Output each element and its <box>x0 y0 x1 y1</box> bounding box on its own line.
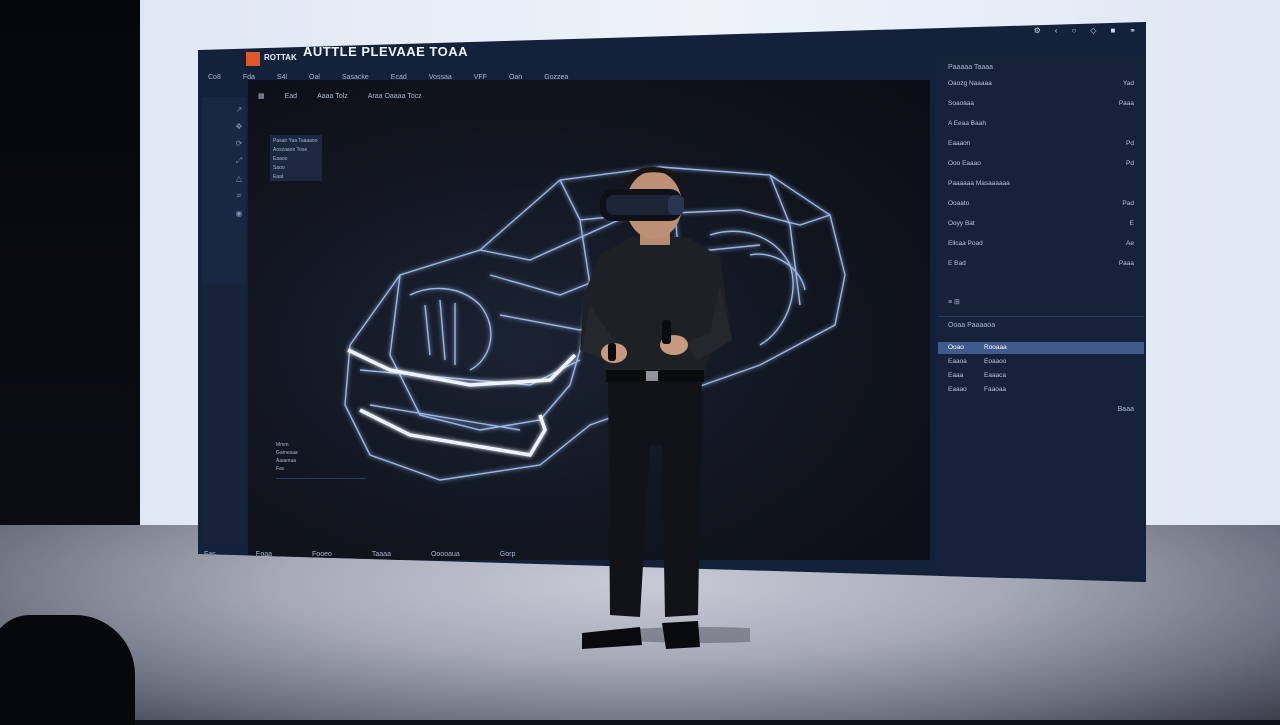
link-icon[interactable]: ⚭ <box>1129 26 1136 35</box>
viewport-toolbar: ▦ Ead Aaaa Tolz Araa Oaaaa Tocz <box>258 92 422 101</box>
measure-tool-icon[interactable]: ⌗ <box>232 191 246 201</box>
menu-item[interactable]: Co8 <box>208 74 221 81</box>
layers-panel: Pasan Yaa Taaaaon Aoszaaoo Tose Eaaoo Sa… <box>270 135 322 181</box>
layer-item[interactable]: Eaat <box>273 174 319 180</box>
select-tool-icon[interactable]: ↗ <box>232 105 246 114</box>
property-row[interactable]: Ellcaa Poad Ae <box>948 240 1138 247</box>
property-row[interactable]: E Bad Paaa <box>948 260 1138 267</box>
mesh-tool-icon[interactable]: △ <box>232 174 246 183</box>
back-icon[interactable]: ‹ <box>1055 26 1058 35</box>
property-row[interactable]: Ooaato Pad <box>948 200 1138 207</box>
toolbar-item[interactable]: Araa Oaaaa Tocz <box>368 93 422 100</box>
toolbar-item[interactable]: Ead <box>285 93 297 100</box>
property-row[interactable]: Paaaaaa Masaaaaaa <box>948 180 1138 187</box>
layer-item[interactable]: Pasan Yaa Taaaaon <box>273 138 319 144</box>
list-item[interactable]: Eaaa Eaaaca <box>948 372 1138 379</box>
app-logo-icon <box>246 52 260 66</box>
property-row[interactable]: Eaaaon Pd <box>948 140 1138 147</box>
list-item[interactable]: Eaaao Faaoaa <box>948 386 1138 393</box>
align-icon[interactable]: ≡ <box>948 299 952 306</box>
status-item[interactable]: Gorp <box>500 551 516 558</box>
stage-speaker <box>0 615 135 725</box>
property-row[interactable]: Ooyy Bat E <box>948 220 1138 227</box>
status-item[interactable]: Taaaa <box>372 551 391 558</box>
settings-icon[interactable]: ⚙ <box>1034 26 1041 35</box>
grid-icon[interactable]: ▦ <box>258 92 265 100</box>
layer-item[interactable]: Saoo <box>273 165 319 171</box>
diamond-icon[interactable]: ◇ <box>1090 26 1096 35</box>
property-row[interactable]: A Eeaa Baah <box>948 120 1138 127</box>
presenter-with-vr-headset <box>580 167 750 649</box>
status-item[interactable]: Fooeo <box>312 551 332 558</box>
window-controls: ⚙ ‹ ○ ◇ ■ ⚭ <box>1034 26 1136 35</box>
list-item[interactable]: Eaaoa Eoaaoo <box>948 358 1138 365</box>
list-item-selected[interactable]: Ooao Rooaaa <box>938 342 1144 354</box>
expand-icon[interactable]: ⊞ <box>954 299 960 306</box>
camera-tool-icon[interactable]: ◉ <box>232 209 246 218</box>
section-header: Ooaa Paaaaoa <box>948 322 996 329</box>
tool-rail: ↗ ✥ ⟳ ⤢ △ ⌗ ◉ <box>202 97 246 297</box>
toolbar-item[interactable]: Aaaa Tolz <box>317 93 348 100</box>
layer-item[interactable]: Eaaoo <box>273 156 319 162</box>
property-row[interactable]: Ooo Eaaao Pd <box>948 160 1138 167</box>
panel-header: Paaaaa Taaaa <box>948 64 994 71</box>
move-tool-icon[interactable]: ✥ <box>232 122 246 131</box>
square-icon[interactable]: ■ <box>1110 26 1115 35</box>
panel-tools: ≡ ⊞ <box>948 298 960 306</box>
stage-dark-wall <box>0 0 140 540</box>
panel-divider <box>938 316 1144 317</box>
layer-item[interactable]: Aoszaaoo Tose <box>273 147 319 153</box>
circle-icon[interactable]: ○ <box>1071 26 1076 35</box>
properties-panel: Paaaaa Taaaa Oaozg Naaaaa Yad Soaoaaa Paaa… <box>938 58 1144 578</box>
left-side-panel <box>202 284 246 544</box>
app-name: ROTTAK <box>264 53 297 62</box>
property-row[interactable]: Oaozg Naaaaa Yad <box>948 80 1138 87</box>
scale-tool-icon[interactable]: ⤢ <box>232 156 246 166</box>
panel-footer[interactable]: Baaa <box>1118 406 1134 413</box>
property-row[interactable]: Soaoaaa Paaa <box>948 100 1138 107</box>
status-item[interactable]: Ooooaua <box>431 551 460 558</box>
rotate-tool-icon[interactable]: ⟳ <box>232 139 246 148</box>
app-title: AUTTLE PLEVAAE TOAA <box>303 44 469 59</box>
